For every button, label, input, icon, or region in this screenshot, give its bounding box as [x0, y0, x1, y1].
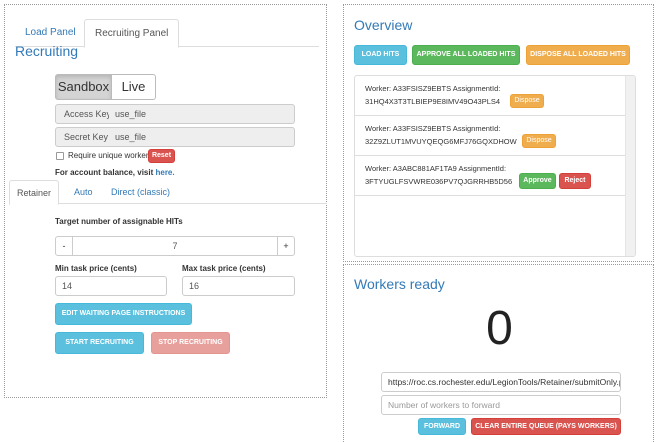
workers-to-forward-input[interactable]: Number of workers to forward	[381, 395, 621, 415]
hit-list-item: Worker: A3ABC881AF1TA9 AssignmentId: 3FT…	[355, 156, 627, 196]
unique-workers-checkbox[interactable]	[56, 152, 64, 160]
recruiting-panel-container: Load Panel Recruiting Panel Recruiting S…	[4, 4, 327, 398]
sandbox-button[interactable]: Sandbox	[55, 74, 112, 100]
secret-key-input[interactable]: use_file	[109, 127, 295, 147]
min-price-label: Min task price (cents)	[55, 264, 137, 273]
access-key-label: Access Key	[55, 104, 111, 124]
access-key-input[interactable]: use_file	[109, 104, 295, 124]
start-recruiting-button[interactable]: START RECRUITING	[55, 332, 144, 354]
hit-worker-line: Worker: A3ABC881AF1TA9 AssignmentId:	[365, 164, 507, 173]
access-key-group: Access Key use_file	[55, 104, 295, 124]
target-hits-label: Target number of assignable HITs	[55, 217, 183, 226]
reset-button[interactable]: Reset	[148, 149, 175, 163]
reject-button[interactable]: Reject	[559, 173, 591, 189]
hit-list-item: Worker: A33FSISZ9EBTS AssignmentId: 32Z9…	[355, 116, 627, 156]
dispose-all-hits-button[interactable]: DISPOSE ALL LOADED HITS	[526, 45, 630, 65]
retainer-url-input[interactable]: https://roc.cs.rochester.edu/LegionTools…	[381, 372, 621, 392]
hit-worker-line: Worker: A33FSISZ9EBTS AssignmentId:	[365, 124, 501, 133]
increment-button[interactable]: +	[277, 236, 295, 256]
decrement-button[interactable]: -	[55, 236, 73, 256]
tab-direct-classic[interactable]: Direct (classic)	[104, 180, 177, 204]
account-balance-text: For account balance, visit here.	[55, 168, 175, 177]
hit-assignment-id: 31HQ4X3T3TLBIEP9E8IMV49O43PLS4	[365, 97, 501, 106]
recruit-mode-tabs: Retainer Auto Direct (classic)	[9, 180, 327, 205]
overview-title: Overview	[354, 17, 413, 33]
account-balance-label: For account balance, visit	[55, 168, 154, 177]
hits-list-scrollbar[interactable]	[625, 76, 635, 256]
unique-workers-label: Require unique workers	[68, 151, 153, 160]
dispose-button[interactable]: Dispose	[522, 134, 556, 148]
secret-key-group: Secret Key use_file	[55, 127, 295, 147]
approve-all-hits-button[interactable]: APPROVE ALL LOADED HITS	[412, 45, 520, 65]
recruiting-title: Recruiting	[15, 43, 79, 59]
edit-waiting-page-button[interactable]: EDIT WAITING PAGE INSTRUCTIONS	[55, 303, 192, 325]
workers-ready-container: Workers ready 0 https://roc.cs.rochester…	[343, 264, 654, 442]
approve-button[interactable]: Approve	[519, 173, 556, 189]
account-balance-link[interactable]: here.	[155, 168, 174, 177]
forward-button[interactable]: FORWARD	[418, 418, 466, 435]
hit-assignment-id: 3FTYUGLFSVWRE036PV7QJGRRHB5D56	[365, 177, 513, 186]
workers-ready-count: 0	[486, 302, 513, 355]
target-hits-stepper: - 7 +	[55, 236, 295, 256]
max-price-label: Max task price (cents)	[182, 264, 266, 273]
clear-queue-button[interactable]: CLEAR ENTIRE QUEUE (PAYS WORKERS)	[471, 418, 621, 435]
hits-list: Worker: A33FSISZ9EBTS AssignmentId: 31HQ…	[354, 75, 636, 257]
hit-assignment-id: 32Z9ZLUT1MVUYQEQG6MFJ76GQXDHOW	[365, 137, 517, 146]
hit-list-item: Worker: A33FSISZ9EBTS AssignmentId: 31HQ…	[355, 76, 627, 116]
secret-key-label: Secret Key	[55, 127, 110, 147]
target-hits-value[interactable]: 7	[72, 236, 278, 256]
live-button[interactable]: Live	[111, 74, 156, 100]
workers-ready-title: Workers ready	[354, 276, 445, 292]
hit-worker-line: Worker: A33FSISZ9EBTS AssignmentId:	[365, 84, 501, 93]
dispose-button[interactable]: Dispose	[510, 94, 544, 108]
load-hits-button[interactable]: LOAD HITS	[354, 45, 407, 65]
tab-retainer[interactable]: Retainer	[9, 180, 60, 205]
min-price-input[interactable]: 14	[55, 276, 167, 296]
tab-auto[interactable]: Auto	[67, 180, 100, 204]
stop-recruiting-button[interactable]: STOP RECRUITING	[151, 332, 230, 354]
tab-recruiting-panel[interactable]: Recruiting Panel	[84, 19, 180, 48]
max-price-input[interactable]: 16	[182, 276, 295, 296]
overview-panel-container: Overview LOAD HITS APPROVE ALL LOADED HI…	[343, 4, 654, 262]
